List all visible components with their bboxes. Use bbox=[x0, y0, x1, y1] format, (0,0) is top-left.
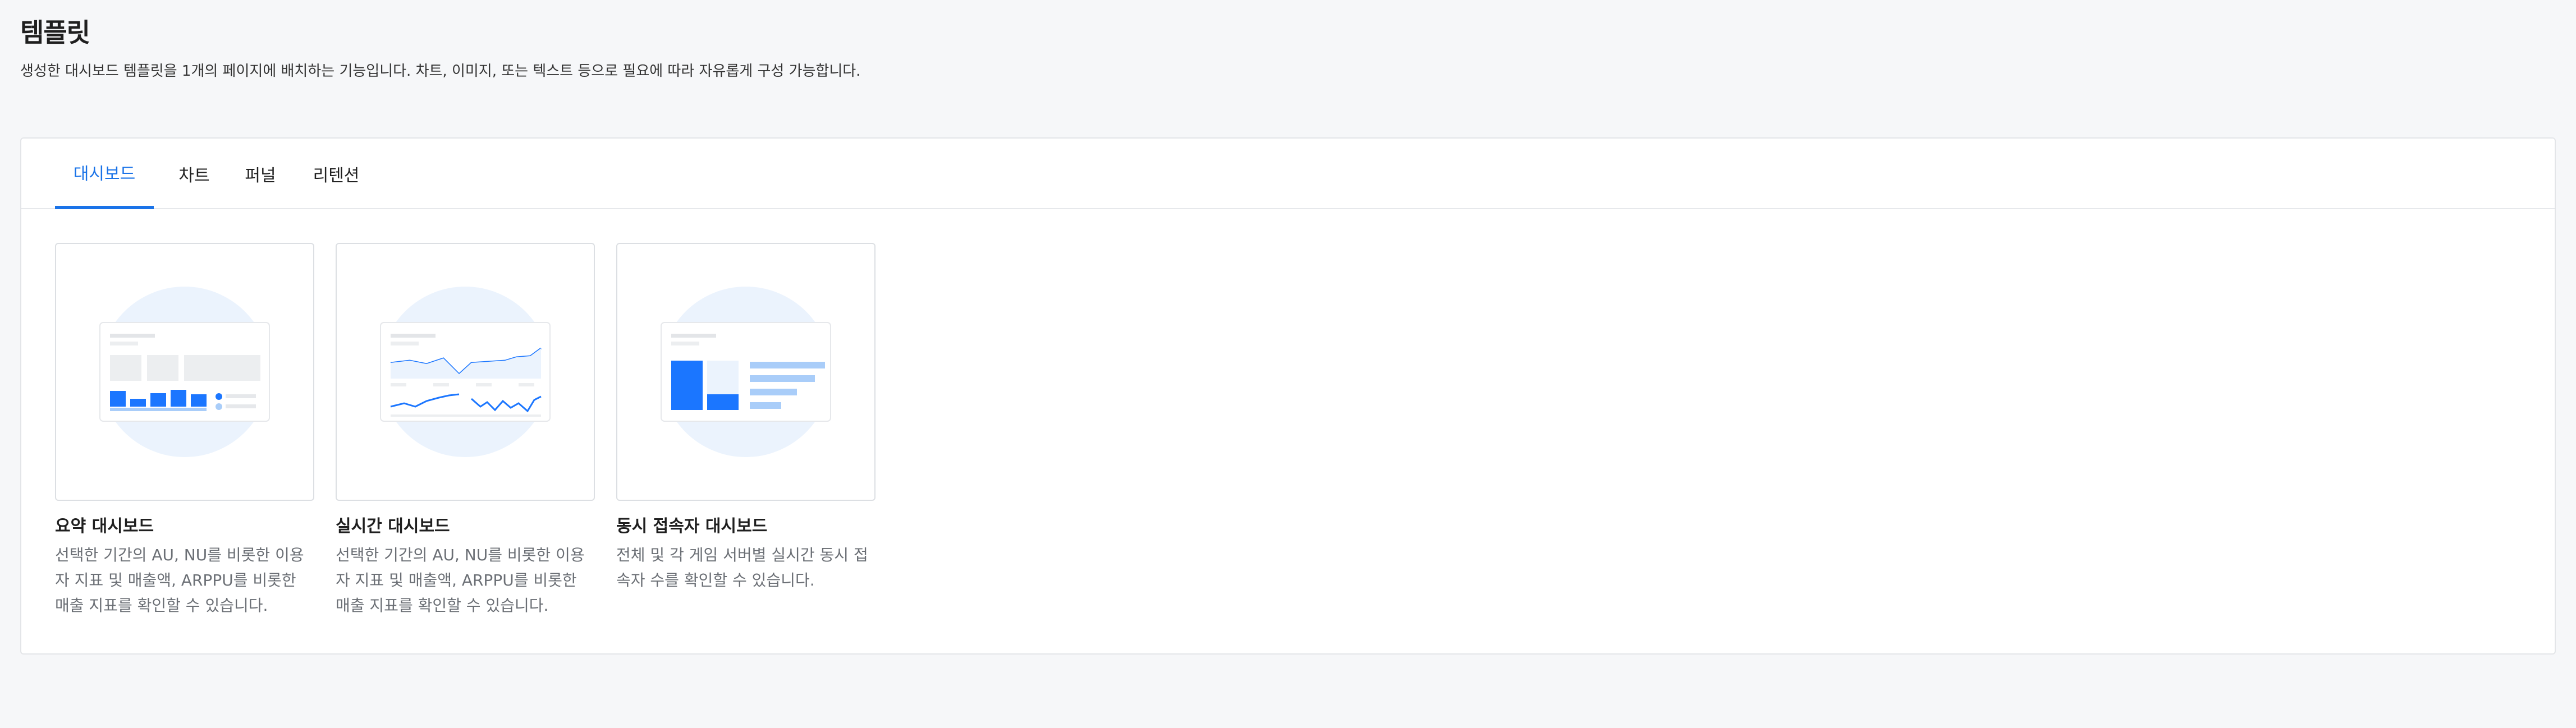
page-title: 템플릿 bbox=[20, 17, 90, 48]
tab-funnel[interactable]: 퍼널 bbox=[235, 139, 286, 209]
template-tabs: 대시보드 차트 퍼널 리텐션 bbox=[21, 139, 2555, 209]
template-card-description: 선택한 기간의 AU, NU를 비롯한 이용자 지표 및 매출액, ARPPU를… bbox=[336, 546, 585, 615]
template-card-title: 요약 대시보드 bbox=[55, 517, 154, 536]
concurrent-users-dashboard-thumbnail-icon bbox=[616, 243, 876, 501]
template-card-description: 전체 및 각 게임 서버별 실시간 동시 접속자 수를 확인할 수 있습니다. bbox=[616, 546, 868, 589]
template-card-title: 동시 접속자 대시보드 bbox=[616, 517, 768, 536]
realtime-dashboard-thumbnail-icon bbox=[336, 243, 595, 501]
template-card-concurrent-users[interactable]: 동시 접속자 대시보드 전체 및 각 게임 서버별 실시간 동시 접속자 수를 … bbox=[616, 243, 876, 593]
tab-retention[interactable]: 리텐션 bbox=[301, 139, 372, 209]
template-panel: 대시보드 차트 퍼널 리텐션 요약 대시보드 선택한 기간의 AU, NU를 비… bbox=[20, 137, 2556, 655]
template-card-summary[interactable]: 요약 대시보드 선택한 기간의 AU, NU를 비롯한 이용자 지표 및 매출액… bbox=[55, 243, 314, 618]
tab-dashboard[interactable]: 대시보드 bbox=[55, 139, 154, 209]
template-card-title: 실시간 대시보드 bbox=[336, 517, 450, 536]
tab-chart[interactable]: 차트 bbox=[168, 139, 220, 209]
template-card-realtime[interactable]: 실시간 대시보드 선택한 기간의 AU, NU를 비롯한 이용자 지표 및 매출… bbox=[336, 243, 595, 618]
template-card-description: 선택한 기간의 AU, NU를 비롯한 이용자 지표 및 매출액, ARPPU를… bbox=[55, 546, 304, 615]
summary-dashboard-thumbnail-icon bbox=[55, 243, 314, 501]
page-description: 생성한 대시보드 템플릿을 1개의 페이지에 배치하는 기능입니다. 차트, 이… bbox=[20, 63, 861, 80]
